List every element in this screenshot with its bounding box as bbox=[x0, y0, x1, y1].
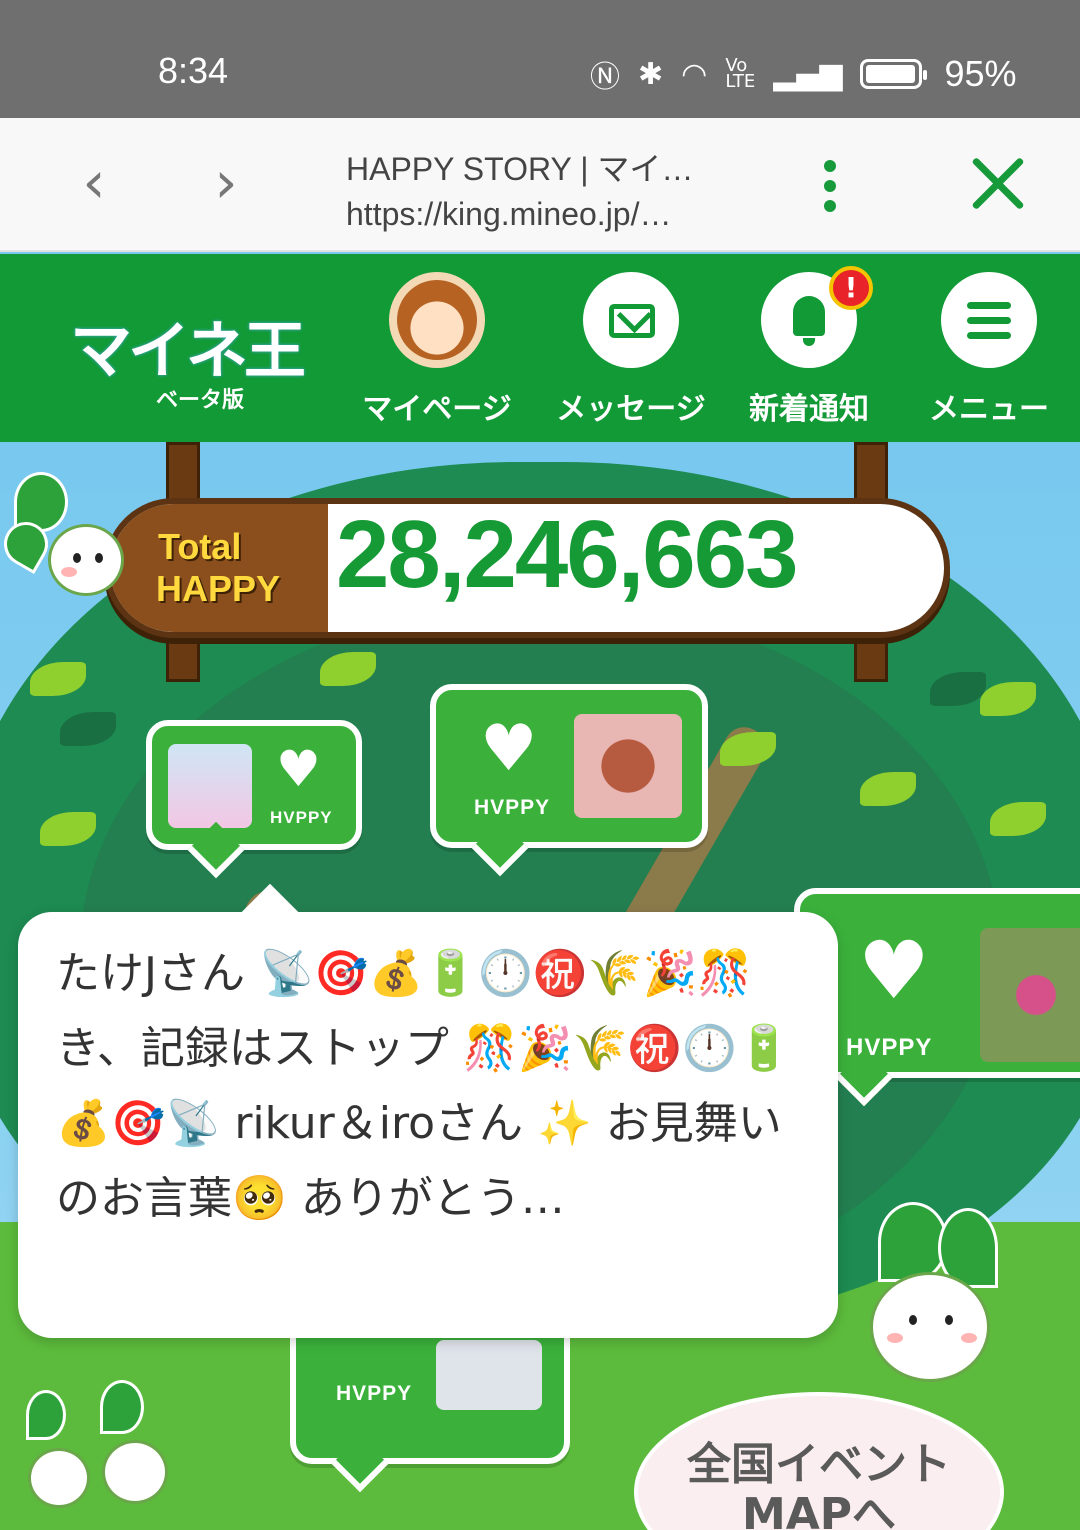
happy-logo: HVPPY bbox=[846, 1034, 933, 1061]
event-map-line2: MAPへ bbox=[741, 1489, 897, 1530]
back-button[interactable]: ‹ bbox=[64, 153, 124, 214]
happy-post-bubble[interactable]: ♥ HVPPY bbox=[146, 720, 362, 850]
total-label: Total bbox=[158, 526, 242, 567]
status-bar: 8:34 Ⓝ ✱ ◠ Vo LTE ▂▄▆ 95% bbox=[0, 0, 1080, 118]
mascot-cheek bbox=[961, 1333, 977, 1343]
menu-button[interactable]: メニュー bbox=[904, 272, 1074, 428]
site-header: マイネ王 ベータ版 マイページ メッセージ ! 新着通知 メニュー bbox=[0, 254, 1080, 442]
avatar bbox=[389, 272, 485, 368]
mascot-head bbox=[48, 524, 124, 596]
post-thumbnail bbox=[980, 928, 1080, 1062]
mascot-eye bbox=[909, 1315, 917, 1325]
mascot-eye bbox=[73, 553, 81, 563]
mascot-character bbox=[94, 1380, 174, 1520]
site-logo[interactable]: マイネ王 bbox=[70, 300, 330, 387]
battery-percent: 95% bbox=[944, 53, 1017, 94]
menu-circle bbox=[941, 272, 1037, 368]
mascot-character bbox=[0, 472, 134, 622]
mail-icon bbox=[609, 304, 655, 338]
mascot-leaf bbox=[100, 1380, 144, 1434]
wifi-icon: ◠ bbox=[681, 56, 708, 92]
event-map-line1: 全国イベント bbox=[687, 1439, 951, 1490]
notification-badge: ! bbox=[829, 266, 873, 310]
happy-post-bubble[interactable]: ♥ HVPPY bbox=[430, 684, 708, 848]
post-thumbnail bbox=[436, 1340, 542, 1410]
happy-tree-scene: Total HAPPY 28,246,663 ♥ HVPPY ♥ HVPPY ♥… bbox=[0, 442, 1080, 1530]
event-map-button[interactable]: 全国イベント MAPへ bbox=[634, 1392, 1004, 1530]
sign-wood-panel: Total HAPPY bbox=[110, 504, 328, 632]
bluetooth-icon: ✱ bbox=[638, 56, 664, 92]
message-label: メッセージ bbox=[556, 392, 706, 427]
happy-heart-icon: ♥ bbox=[276, 740, 321, 798]
mypage-button[interactable]: マイページ bbox=[352, 272, 522, 428]
message-button[interactable]: メッセージ bbox=[546, 272, 716, 428]
logo-beta-label: ベータ版 bbox=[156, 388, 245, 413]
event-map-label: 全国イベント MAPへ bbox=[638, 1396, 1000, 1530]
mascot-head bbox=[28, 1448, 90, 1508]
post-thumbnail bbox=[168, 744, 252, 828]
nfc-icon: Ⓝ bbox=[590, 60, 620, 95]
mascot-eye bbox=[945, 1315, 953, 1325]
forward-button[interactable]: › bbox=[196, 153, 256, 214]
total-happy-count: 28,246,663 bbox=[336, 501, 798, 608]
mascot-cheek bbox=[887, 1333, 903, 1343]
mascot-character bbox=[20, 1390, 100, 1520]
page-url[interactable]: https://king.mineo.jp/… bbox=[346, 196, 766, 233]
mascot-head bbox=[870, 1272, 990, 1382]
notification-circle: ! bbox=[761, 266, 873, 368]
menu-icon bbox=[967, 302, 1011, 339]
menu-label: メニュー bbox=[929, 392, 1049, 427]
mascot-leaf bbox=[26, 1390, 66, 1440]
mascot-character bbox=[858, 1202, 1008, 1422]
signal-icon: ▂▄▆ bbox=[773, 56, 843, 92]
mypage-label: マイページ bbox=[362, 392, 512, 427]
happy-logo: HVPPY bbox=[474, 796, 551, 819]
mascot-head bbox=[102, 1440, 168, 1504]
volte-icon: Vo LTE bbox=[725, 55, 756, 92]
happy-heart-icon: ♥ bbox=[480, 712, 538, 786]
more-options-icon[interactable] bbox=[810, 154, 850, 214]
post-thumbnail bbox=[574, 714, 682, 818]
battery-icon bbox=[860, 59, 928, 89]
happy-logo: HVPPY bbox=[270, 808, 333, 827]
status-icons: Ⓝ ✱ ◠ Vo LTE ▂▄▆ 95% bbox=[590, 52, 1017, 96]
happy-label: HAPPY bbox=[156, 568, 281, 609]
page-title: HAPPY STORY | マイ… bbox=[346, 151, 694, 187]
message-circle bbox=[583, 272, 679, 368]
post-preview-popup[interactable]: たけJさん 📡🎯💰🔋🕛㊗️🌾🎉🎊 き、記録はストップ 🎊🎉🌾㊗️🕛🔋💰🎯📡 ri… bbox=[18, 912, 838, 1338]
happy-heart-icon: ♥ bbox=[858, 924, 930, 1017]
happy-logo: HVPPY bbox=[336, 1382, 413, 1405]
notification-button[interactable]: ! 新着通知 bbox=[724, 266, 894, 428]
total-happy-sign: Total HAPPY 28,246,663 bbox=[104, 498, 950, 638]
notification-label: 新着通知 bbox=[749, 392, 869, 427]
post-preview-text: たけJさん 📡🎯💰🔋🕛㊗️🌾🎉🎊 き、記録はストップ 🎊🎉🌾㊗️🕛🔋💰🎯📡 ri… bbox=[56, 948, 792, 1224]
mascot-cheek bbox=[61, 567, 77, 577]
status-time: 8:34 bbox=[158, 50, 229, 91]
close-icon[interactable] bbox=[962, 148, 1034, 220]
browser-toolbar: ‹ › HAPPY STORY | マイ… https://king.mineo… bbox=[0, 118, 1080, 252]
avatar-image bbox=[397, 280, 477, 360]
bell-icon bbox=[793, 296, 825, 346]
mascot-eye bbox=[95, 553, 103, 563]
